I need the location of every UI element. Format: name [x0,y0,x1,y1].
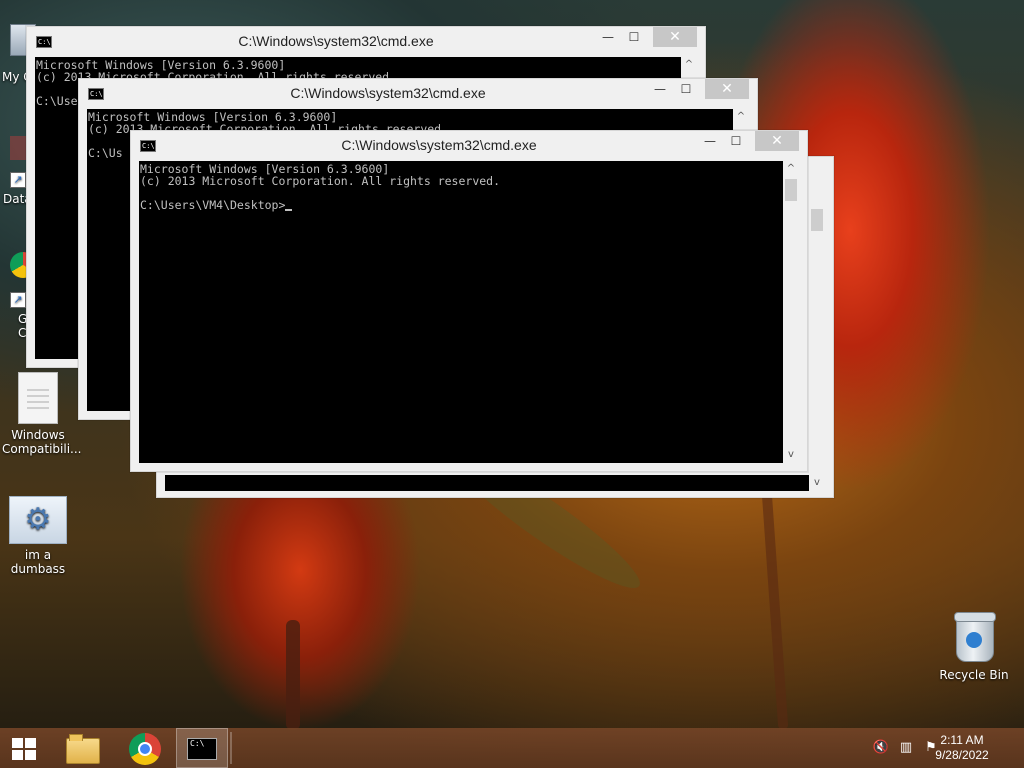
title-bar[interactable]: C:\ C:\Windows\system32\cmd.exe — ☐ ✕ [27,27,705,57]
console-prompt-line: C:\Users\VM4\Desktop> [140,199,782,211]
console-strip [165,475,809,491]
title-bar[interactable]: C:\ C:\Windows\system32\cmd.exe — ☐ ✕ [131,131,807,161]
chrome-icon [129,733,161,765]
recycle-bin-icon [952,610,996,664]
clock-time: 2:11 AM [940,733,984,747]
taskbar-cmd[interactable]: C:\ [176,728,228,768]
window-title: C:\Windows\system32\cmd.exe [341,137,537,153]
vertical-scrollbar[interactable]: ^ v [783,161,799,463]
document-icon [18,372,58,424]
clock-date: 9/28/2022 [935,748,989,762]
close-button[interactable]: ✕ [755,131,799,151]
scroll-down-arrow-icon[interactable]: v [783,447,799,463]
scrollbar-thumb[interactable] [811,209,823,231]
windows-logo-icon [12,738,38,760]
start-button[interactable] [0,728,50,768]
settings-gear-icon: ⚙ [9,496,67,544]
console-prompt: C:\Users\VM4\Desktop> [140,198,286,212]
network-icon[interactable]: ▥ [897,740,915,756]
minimize-button[interactable]: — [647,79,673,99]
desktop-icon-recycle-bin[interactable]: Recycle Bin [936,610,1012,682]
cmd-window-active[interactable]: C:\ C:\Windows\system32\cmd.exe — ☐ ✕ Mi… [130,130,808,472]
window-title: C:\Windows\system32\cmd.exe [238,33,434,49]
shortcut-arrow-icon: ↗ [10,172,26,188]
taskbar-file-explorer[interactable] [54,728,108,768]
speaker-muted-icon[interactable]: 🔇 [872,740,890,756]
scroll-up-arrow-icon[interactable]: ^ [783,161,799,177]
vertical-scrollbar[interactable]: v [809,157,825,491]
command-prompt-icon: C:\ [187,738,217,760]
shortcut-arrow-icon: ↗ [10,292,26,308]
console-line: (c) 2013 Microsoft Corporation. All righ… [140,174,501,188]
wallpaper-tulip-stem [761,489,789,731]
file-explorer-icon [66,734,100,764]
maximize-button[interactable]: ☐ [621,27,647,47]
scroll-up-arrow-icon[interactable]: ^ [733,109,749,125]
close-button[interactable]: ✕ [653,27,697,47]
close-button[interactable]: ✕ [705,79,749,99]
title-bar[interactable]: C:\ C:\Windows\system32\cmd.exe — ☐ ✕ [79,79,757,109]
desktop-icon-label: Windows Compatibili... [2,428,82,456]
maximize-button[interactable]: ☐ [723,131,749,151]
minimize-button[interactable]: — [697,131,723,151]
taskbar: C:\ 🔇 ▥ ⚑ 2:11 AM 9/28/2022 [0,728,1024,768]
console-output[interactable]: Microsoft Windows [Version 6.3.9600] (c) … [139,161,783,463]
desktop-icon-windows-compatibility[interactable]: Windows Compatibili... [0,372,82,456]
clock[interactable]: 2:11 AM 9/28/2022 [922,733,1002,763]
text-cursor [285,209,293,211]
scroll-up-arrow-icon[interactable]: ^ [681,57,697,73]
wallpaper-tulip-stem [286,620,300,730]
maximize-button[interactable]: ☐ [673,79,699,99]
taskbar-chrome[interactable] [116,728,170,768]
desktop-icon-label: im a dumbass [10,548,66,576]
taskbar-divider [230,732,232,764]
desktop-icon-im-a-dumbass[interactable]: ⚙ im a dumbass [0,496,76,576]
window-title: C:\Windows\system32\cmd.exe [290,85,486,101]
scroll-down-arrow-icon[interactable]: v [809,475,825,491]
minimize-button[interactable]: — [595,27,621,47]
desktop-icon-label: Recycle Bin [939,668,1009,682]
scrollbar-thumb[interactable] [785,179,797,201]
